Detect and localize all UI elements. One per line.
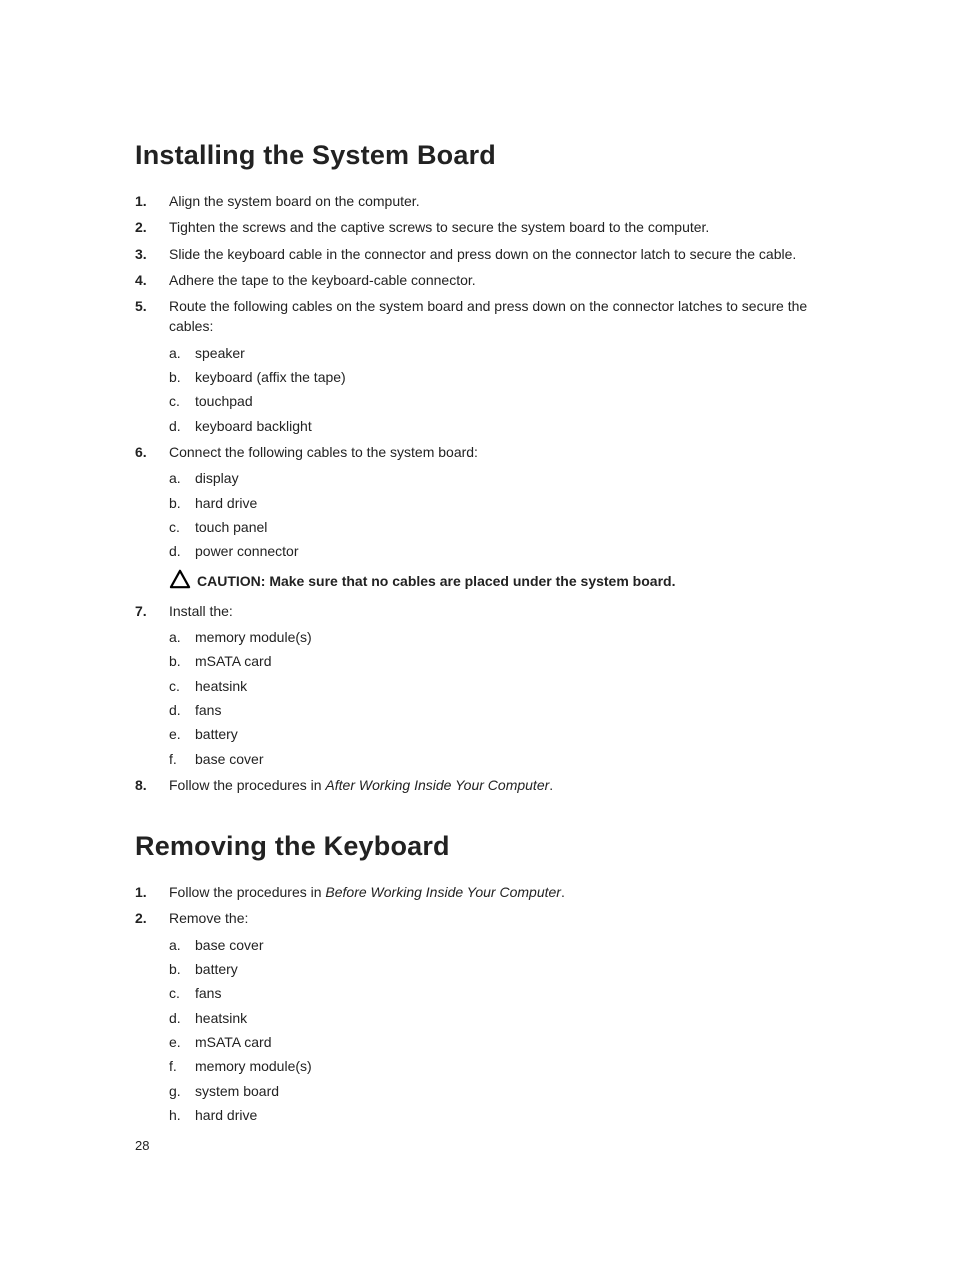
list-item: e.battery [169, 724, 854, 744]
sub-item-text: mSATA card [195, 653, 272, 669]
step-text-prefix: Follow the procedures in [169, 777, 325, 793]
list-item: 2.Tighten the screws and the captive scr… [135, 217, 854, 237]
sub-item-text: mSATA card [195, 1034, 272, 1050]
list-item: b.hard drive [169, 493, 854, 513]
sub-item-text: touch panel [195, 519, 267, 535]
list-item: c.touch panel [169, 517, 854, 537]
install-step-list: 1.Align the system board on the computer… [135, 191, 854, 795]
sub-item-text: fans [195, 985, 221, 1001]
list-item: d.power connector [169, 541, 854, 561]
step-text: Slide the keyboard cable in the connecto… [169, 246, 796, 262]
sub-item-text: hard drive [195, 1107, 257, 1123]
list-item: b.keyboard (affix the tape) [169, 367, 854, 387]
step-text: Install the: [169, 603, 233, 619]
step-text: Route the following cables on the system… [169, 298, 807, 334]
list-item: a.display [169, 468, 854, 488]
list-item: h.hard drive [169, 1105, 854, 1125]
remove-step-list: 1. Follow the procedures in Before Worki… [135, 882, 854, 1125]
sub-item-text: memory module(s) [195, 629, 312, 645]
step-text-prefix: Follow the procedures in [169, 884, 325, 900]
step-text-italic: After Working Inside Your Computer [325, 777, 549, 793]
step-text: Tighten the screws and the captive screw… [169, 219, 709, 235]
sub-item-text: base cover [195, 937, 263, 953]
list-item: d.heatsink [169, 1008, 854, 1028]
sub-item-text: battery [195, 726, 238, 742]
list-item: 1.Align the system board on the computer… [135, 191, 854, 211]
sub-item-text: keyboard (affix the tape) [195, 369, 346, 385]
sub-item-text: memory module(s) [195, 1058, 312, 1074]
step-text-italic: Before Working Inside Your Computer [325, 884, 561, 900]
list-item: 3.Slide the keyboard cable in the connec… [135, 244, 854, 264]
list-item: g.system board [169, 1081, 854, 1101]
list-item: a.base cover [169, 935, 854, 955]
step-text-suffix: . [549, 777, 553, 793]
sub-item-text: fans [195, 702, 221, 718]
sub-item-text: system board [195, 1083, 279, 1099]
list-item: 2. Remove the: a.base cover b.battery c.… [135, 908, 854, 1125]
list-item: c.touchpad [169, 391, 854, 411]
sub-item-text: battery [195, 961, 238, 977]
list-item: 1. Follow the procedures in Before Worki… [135, 882, 854, 902]
list-item: c.heatsink [169, 676, 854, 696]
list-item: f.base cover [169, 749, 854, 769]
list-item: d.fans [169, 700, 854, 720]
step-text-suffix: . [561, 884, 565, 900]
list-item: a.memory module(s) [169, 627, 854, 647]
list-item: b.mSATA card [169, 651, 854, 671]
sub-item-text: speaker [195, 345, 245, 361]
page-number: 28 [135, 1138, 149, 1153]
list-item: a.speaker [169, 343, 854, 363]
list-item: 8. Follow the procedures in After Workin… [135, 775, 854, 795]
sub-item-text: power connector [195, 543, 299, 559]
sub-item-text: base cover [195, 751, 263, 767]
sub-item-text: hard drive [195, 495, 257, 511]
list-item: d.keyboard backlight [169, 416, 854, 436]
step-text: Connect the following cables to the syst… [169, 444, 478, 460]
sub-list: a.base cover b.battery c.fans d.heatsink… [169, 935, 854, 1125]
list-item: 5. Route the following cables on the sys… [135, 296, 854, 436]
step-text: Align the system board on the computer. [169, 193, 420, 209]
sub-item-text: heatsink [195, 1010, 247, 1026]
warning-icon [169, 569, 191, 594]
step-text: Remove the: [169, 910, 248, 926]
sub-item-text: heatsink [195, 678, 247, 694]
list-item: e.mSATA card [169, 1032, 854, 1052]
list-item: 4.Adhere the tape to the keyboard-cable … [135, 270, 854, 290]
caution-callout: CAUTION: Make sure that no cables are pl… [169, 569, 854, 594]
sub-list: a.display b.hard drive c.touch panel d.p… [169, 468, 854, 561]
heading-installing-system-board: Installing the System Board [135, 140, 854, 171]
list-item: 6. Connect the following cables to the s… [135, 442, 854, 595]
sub-item-text: touchpad [195, 393, 253, 409]
list-item: b.battery [169, 959, 854, 979]
sub-item-text: display [195, 470, 239, 486]
step-text: Adhere the tape to the keyboard-cable co… [169, 272, 476, 288]
heading-removing-keyboard: Removing the Keyboard [135, 831, 854, 862]
sub-list: a.memory module(s) b.mSATA card c.heatsi… [169, 627, 854, 769]
list-item: f.memory module(s) [169, 1056, 854, 1076]
sub-list: a.speaker b.keyboard (affix the tape) c.… [169, 343, 854, 436]
list-item: 7. Install the: a.memory module(s) b.mSA… [135, 601, 854, 769]
caution-text: CAUTION: Make sure that no cables are pl… [197, 569, 675, 591]
page: Installing the System Board 1.Align the … [0, 0, 954, 1268]
list-item: c.fans [169, 983, 854, 1003]
sub-item-text: keyboard backlight [195, 418, 312, 434]
